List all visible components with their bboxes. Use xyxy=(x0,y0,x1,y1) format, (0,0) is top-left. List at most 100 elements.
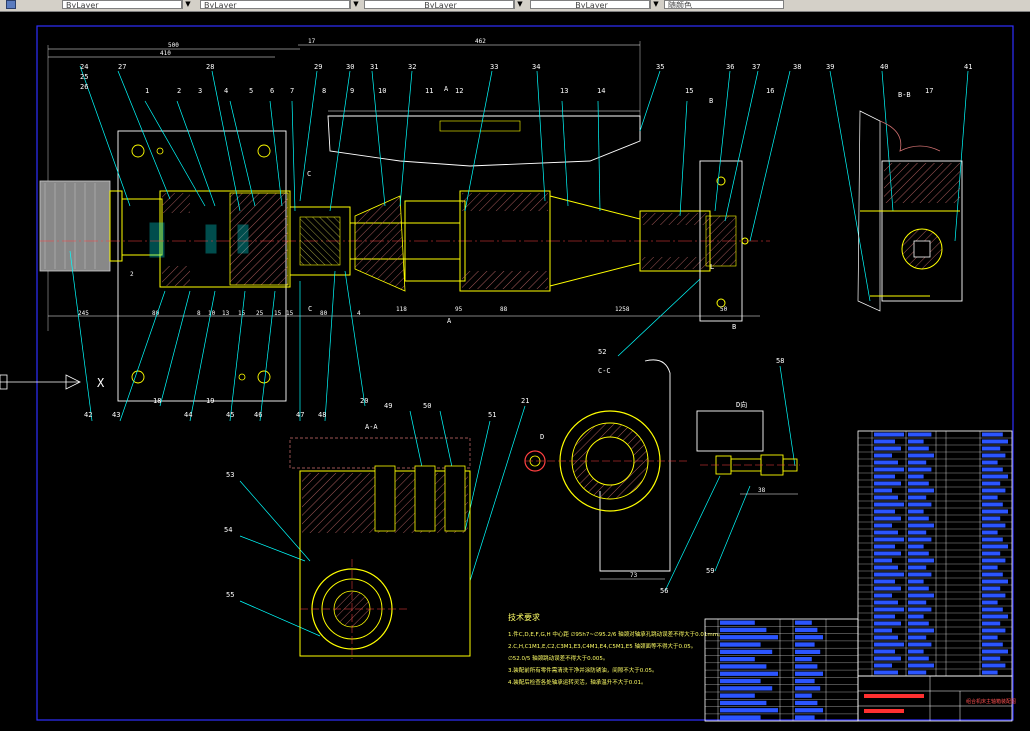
dim-500: 500 xyxy=(168,42,179,49)
table-row xyxy=(982,509,1008,514)
lineweight-dropdown[interactable]: ByLayer xyxy=(364,0,514,9)
dim-text: 50 xyxy=(720,306,728,313)
table-row xyxy=(982,446,1001,451)
layer-icon[interactable] xyxy=(6,0,16,9)
table-row xyxy=(908,572,932,577)
table-row xyxy=(908,642,932,647)
table-row xyxy=(982,551,1001,556)
dim-17: 17 xyxy=(308,38,316,45)
callout-label: 15 xyxy=(685,87,693,95)
callout-label: 28 xyxy=(206,63,214,71)
table-row xyxy=(982,614,1008,619)
table-row xyxy=(982,488,1006,493)
callout-label: 59 xyxy=(706,567,714,575)
table-row xyxy=(908,670,927,675)
chevron-down-icon[interactable]: ▼ xyxy=(650,0,661,9)
callout-label: 26 xyxy=(80,83,88,91)
table-row xyxy=(795,708,823,713)
callout-label: 38 xyxy=(793,63,801,71)
callout-label: 27 xyxy=(118,63,126,71)
marker-c-bottom: C xyxy=(308,305,312,313)
table-row xyxy=(795,686,821,691)
callout-label: 39 xyxy=(826,63,834,71)
table-row xyxy=(874,516,901,521)
marker-a: A xyxy=(447,317,452,325)
table-row xyxy=(982,600,998,605)
section-aa-label: A-A xyxy=(365,423,378,431)
dim-text: 1258 xyxy=(615,306,630,313)
table-row xyxy=(874,467,904,472)
callout-label: 35 xyxy=(656,63,664,71)
table-row xyxy=(908,586,929,591)
callout-label: 3 xyxy=(198,87,202,95)
callout-label: 51 xyxy=(488,411,496,419)
table-row xyxy=(874,460,898,465)
callout-label: 7 xyxy=(290,87,294,95)
table-row xyxy=(720,700,767,706)
table-row xyxy=(908,516,929,521)
table-row xyxy=(720,620,755,625)
table-row xyxy=(795,693,812,698)
table-row xyxy=(908,656,929,661)
callout-label: 52 xyxy=(598,348,606,356)
parts-list-table-lower xyxy=(704,618,859,722)
marker-b-bottom: B xyxy=(732,323,736,331)
table-row xyxy=(874,635,898,640)
dim-text: 13 xyxy=(222,310,230,317)
table-row xyxy=(795,620,812,625)
tech-req-line: 1.件C,D,E,F,G,H 中心距 ∅95h7~∅95.2/6 轴颈对轴承孔跳… xyxy=(508,630,724,638)
table-row xyxy=(908,439,924,444)
callout-label: 12 xyxy=(455,87,463,95)
table-row xyxy=(795,635,823,640)
tech-req-line: 2.C,H,C1M1,E,C2,C3M1,E3,C4M1,E4,C5M1,E5 … xyxy=(508,642,696,650)
table-row xyxy=(720,642,761,647)
dim-410: 410 xyxy=(160,50,171,57)
color-dropdown[interactable]: 随颜色 xyxy=(664,0,784,9)
callout-label: 30 xyxy=(346,63,354,71)
drawing-canvas[interactable]: C C A B B L A 500 410 17 462 245 2 80 8 … xyxy=(0,11,1030,731)
callout-label: 36 xyxy=(726,63,734,71)
table-row xyxy=(795,649,821,654)
view-d: D向 38 xyxy=(696,400,800,495)
chevron-down-icon[interactable]: ▼ xyxy=(350,0,361,9)
table-row xyxy=(720,635,778,640)
table-row xyxy=(908,453,934,458)
table-row xyxy=(982,572,1003,577)
table-row xyxy=(908,530,927,535)
table-row xyxy=(908,523,934,528)
dim-text: 88 xyxy=(500,306,508,313)
table-row xyxy=(874,579,895,584)
table-row xyxy=(982,495,998,500)
table-row xyxy=(795,678,815,684)
dim-text: 80 xyxy=(152,310,160,317)
main-assembly-view: C C A B B L A xyxy=(39,41,770,402)
dim-38: 38 xyxy=(758,487,766,494)
table-row xyxy=(908,495,927,500)
callout-label: 47 xyxy=(296,411,304,419)
dim-text: 118 xyxy=(396,306,407,313)
dim-73: 73 xyxy=(630,572,638,579)
table-row xyxy=(908,460,927,465)
callout-label: 5 xyxy=(249,87,253,95)
table-row xyxy=(795,715,815,720)
table-row xyxy=(874,509,895,514)
chevron-down-icon[interactable]: ▼ xyxy=(514,0,525,9)
table-row xyxy=(982,621,1001,626)
table-row xyxy=(874,649,895,654)
lineweight-value: ByLayer xyxy=(424,1,457,9)
chevron-down-icon[interactable]: ▼ xyxy=(182,0,193,9)
callout-label: 14 xyxy=(597,87,605,95)
table-row xyxy=(908,446,929,451)
table-row xyxy=(874,600,898,605)
callout-label: 13 xyxy=(560,87,568,95)
layer-dropdown[interactable]: ByLayer xyxy=(62,0,182,9)
callout-label: 9 xyxy=(350,87,354,95)
linetype-dropdown[interactable]: ByLayer xyxy=(200,0,350,9)
section-bb-view: B-B xyxy=(857,91,963,312)
table-row xyxy=(982,474,1008,479)
dim-text: 15 xyxy=(286,310,294,317)
table-row xyxy=(908,502,932,507)
plotstyle-dropdown[interactable]: ByLayer xyxy=(530,0,650,9)
table-row xyxy=(720,715,761,720)
dim-text: 95 xyxy=(455,306,463,313)
